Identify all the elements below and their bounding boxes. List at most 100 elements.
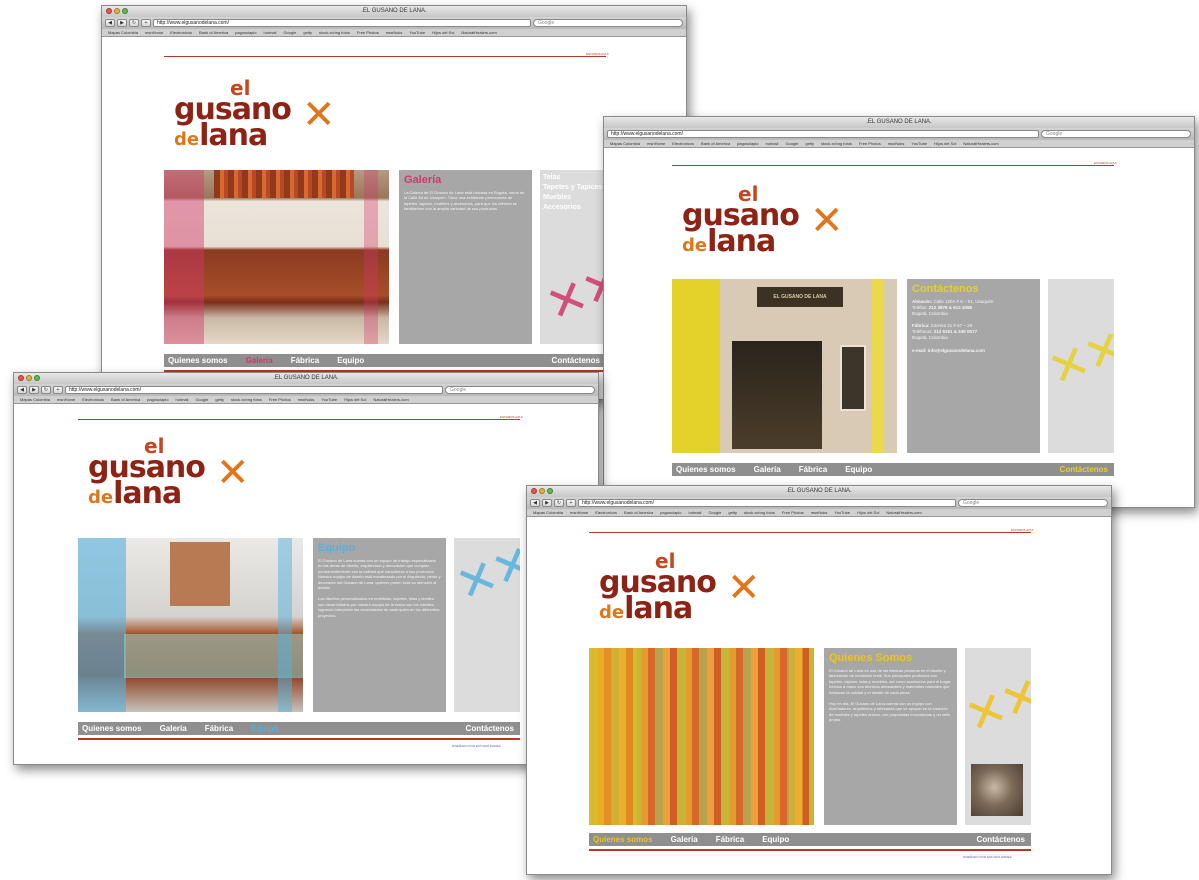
bookmark-item[interactable]: stock.xchng fotos — [821, 140, 852, 147]
bookmark-item[interactable]: pagosclaplo — [660, 509, 681, 516]
address-bar[interactable]: http://www.elgusanodelana.com/ — [153, 19, 531, 27]
bookmark-item[interactable]: Bank of America — [111, 396, 140, 403]
menu-fabrica[interactable]: Fábrica — [291, 356, 319, 365]
search-field[interactable]: Google — [533, 19, 683, 27]
bookmark-item[interactable]: getty — [805, 140, 814, 147]
bookmark-item[interactable]: hotmail — [176, 396, 189, 403]
bookmark-item[interactable]: Bank of America — [701, 140, 730, 147]
bookmark-item[interactable]: Electronicos — [170, 29, 192, 36]
menu-fabrica[interactable]: Fábrica — [205, 724, 233, 733]
side-item-tapetes[interactable]: Tapetes y Tapices — [540, 183, 606, 193]
bookmark-item[interactable]: Free Photos — [269, 396, 291, 403]
footer-credit[interactable]: DISEÑADO POR ESTUDIO MAREA — [452, 744, 501, 748]
bookmark-item[interactable]: Google — [283, 29, 296, 36]
menu-galeria[interactable]: Galería — [754, 465, 781, 474]
menu-equipo[interactable]: Equipo — [845, 465, 872, 474]
bookmark-item[interactable]: stock.xchng fotos — [744, 509, 775, 516]
bookmark-item[interactable]: Hijos del Sol — [934, 140, 956, 147]
bookmark-item[interactable]: NaturalHealers.com — [461, 29, 496, 36]
bookmark-item[interactable]: msnHome — [57, 396, 75, 403]
bookmark-item[interactable]: hotmail — [689, 509, 702, 516]
menu-contacto[interactable]: Contáctenos — [977, 835, 1025, 844]
bookmark-item[interactable]: Mapas Colombia — [108, 29, 138, 36]
site-logo[interactable]: el gusano delana ✕ — [599, 551, 769, 624]
bookmark-item[interactable]: msnNoks — [811, 509, 828, 516]
bookmark-item[interactable]: NaturalHealers.com — [963, 140, 998, 147]
bookmark-item[interactable]: msnNoks — [888, 140, 905, 147]
bookmark-item[interactable]: Hijos del Sol — [857, 509, 879, 516]
search-field[interactable]: Google — [958, 499, 1108, 507]
minimize-window-icon[interactable] — [26, 375, 32, 381]
bookmark-item[interactable]: msnNoks — [298, 396, 315, 403]
bookmark-item[interactable]: Electronicos — [82, 396, 104, 403]
site-logo[interactable]: el gusano delana ✕ — [88, 436, 258, 509]
bookmark-item[interactable]: Google — [708, 509, 721, 516]
close-window-icon[interactable] — [18, 375, 24, 381]
bookmark-item[interactable]: getty — [303, 29, 312, 36]
menu-contacto[interactable]: Contáctenos — [552, 356, 600, 365]
menu-galeria[interactable]: Galería — [246, 356, 273, 365]
menu-quienes[interactable]: Quienes somos — [593, 835, 653, 844]
add-bookmark-button[interactable]: + — [141, 19, 151, 27]
zoom-window-icon[interactable] — [122, 8, 128, 14]
menu-galeria[interactable]: Galería — [160, 724, 187, 733]
add-bookmark-button[interactable]: + — [53, 386, 63, 394]
top-link[interactable]: ESTAMOS AQUI — [1011, 528, 1033, 532]
email-link[interactable]: info@elgusanodelana.com — [928, 348, 985, 353]
bookmark-item[interactable]: stock.xchng fotos — [319, 29, 350, 36]
bookmark-item[interactable]: Mapas Colombia — [610, 140, 640, 147]
bookmark-item[interactable]: Mapas Colombia — [20, 396, 50, 403]
site-logo[interactable]: el gusano delana ✕ — [682, 184, 852, 257]
menu-quienes[interactable]: Quienes somos — [82, 724, 142, 733]
search-field[interactable]: Google — [1041, 130, 1191, 138]
address-bar[interactable]: http://www.elgusanodelana.com/ — [578, 499, 956, 507]
address-bar[interactable]: http://www.elgusanodelana.com/ — [65, 386, 443, 394]
bookmark-item[interactable]: msnHome — [570, 509, 588, 516]
minimize-window-icon[interactable] — [539, 488, 545, 494]
address-bar[interactable]: http://www.elgusanodelana.com/ — [607, 130, 1039, 138]
bookmark-item[interactable]: Hijos del Sol — [432, 29, 454, 36]
zoom-window-icon[interactable] — [34, 375, 40, 381]
side-item-telas[interactable]: Telas — [540, 173, 606, 183]
top-link[interactable]: ESTAMOS AQUI — [586, 52, 608, 56]
bookmark-item[interactable]: YouTube — [409, 29, 425, 36]
site-logo[interactable]: el gusano delana ✕ — [174, 78, 344, 151]
bookmark-item[interactable]: Free Photos — [859, 140, 881, 147]
bookmark-item[interactable]: Mapas Colombia — [533, 509, 563, 516]
menu-contacto[interactable]: Contáctenos — [1060, 465, 1108, 474]
forward-button[interactable]: ▶ — [542, 499, 552, 507]
zoom-window-icon[interactable] — [547, 488, 553, 494]
menu-equipo[interactable]: Equipo — [337, 356, 364, 365]
bookmark-item[interactable]: Bank of America — [199, 29, 228, 36]
menu-quienes[interactable]: Quienes somos — [676, 465, 736, 474]
top-link[interactable]: ESTAMOS AQUI — [1094, 161, 1116, 165]
bookmark-item[interactable]: YouTube — [911, 140, 927, 147]
add-bookmark-button[interactable]: + — [566, 499, 576, 507]
back-button[interactable]: ◀ — [17, 386, 27, 394]
bookmark-item[interactable]: msnHome — [647, 140, 665, 147]
bookmark-item[interactable]: pagosclaplo — [147, 396, 168, 403]
menu-equipo[interactable]: Equipo — [251, 724, 278, 733]
bookmark-item[interactable]: NaturalHealers.com — [886, 509, 921, 516]
side-item-muebles[interactable]: Muebles — [540, 193, 606, 203]
forward-button[interactable]: ▶ — [117, 19, 127, 27]
bookmark-item[interactable]: pagosclaplo — [235, 29, 256, 36]
menu-contacto[interactable]: Contáctenos — [466, 724, 514, 733]
top-link[interactable]: ESTAMOS AQUI — [500, 415, 522, 419]
reload-button[interactable]: ↻ — [41, 386, 51, 394]
bookmark-item[interactable]: hotmail — [766, 140, 779, 147]
bookmark-item[interactable]: Google — [785, 140, 798, 147]
bookmark-item[interactable]: Google — [195, 396, 208, 403]
bookmark-item[interactable]: msnNoks — [386, 29, 403, 36]
back-button[interactable]: ◀ — [105, 19, 115, 27]
bookmark-item[interactable]: getty — [215, 396, 224, 403]
back-button[interactable]: ◀ — [530, 499, 540, 507]
menu-galeria[interactable]: Galería — [671, 835, 698, 844]
bookmark-item[interactable]: Bank of America — [624, 509, 653, 516]
menu-fabrica[interactable]: Fábrica — [716, 835, 744, 844]
reload-button[interactable]: ↻ — [554, 499, 564, 507]
forward-button[interactable]: ▶ — [29, 386, 39, 394]
menu-fabrica[interactable]: Fábrica — [799, 465, 827, 474]
menu-equipo[interactable]: Equipo — [762, 835, 789, 844]
side-item-accesorios[interactable]: Accesorios — [540, 203, 606, 213]
